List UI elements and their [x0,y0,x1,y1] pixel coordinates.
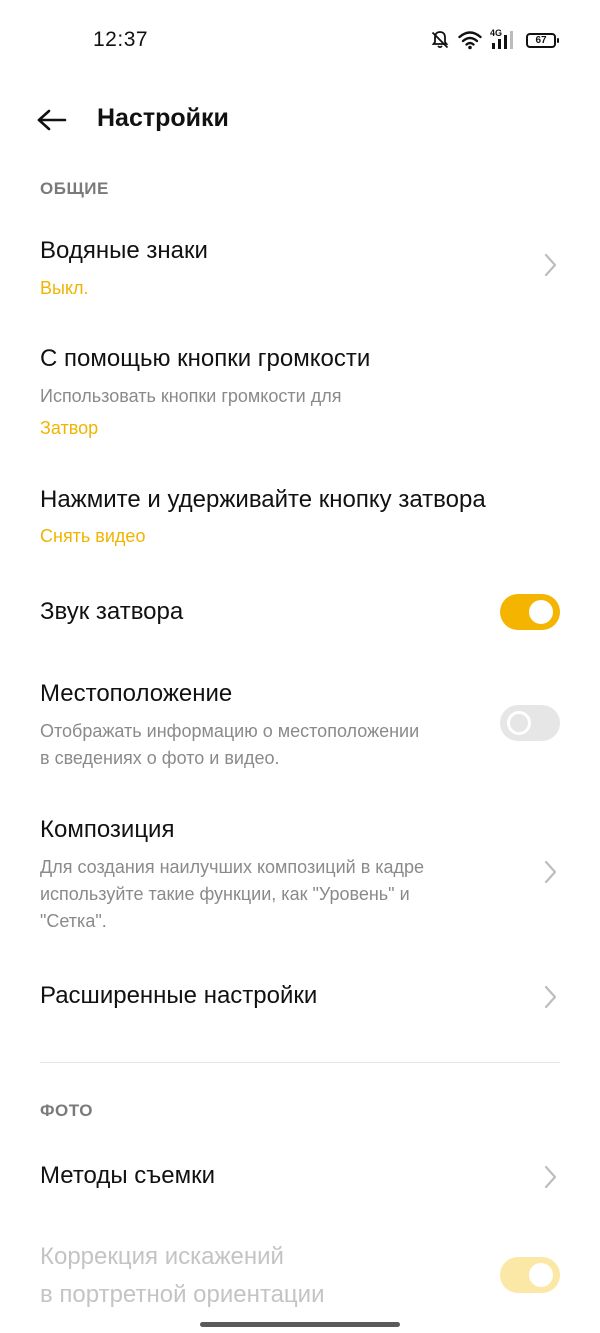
distortion-correction-title-line2: в портретной ориентации [40,1281,325,1308]
advanced-title: Расширенные настройки [40,982,318,1009]
volume-buttons-description: Использовать кнопки громкости для [40,386,342,406]
shutter-hold-value: Снять видео [40,526,146,546]
chevron-right-icon [544,1165,557,1189]
volume-buttons-title: С помощью кнопки громкости [40,345,371,372]
location-description-line2: в сведениях о фото и видео. [40,748,280,768]
distortion-correction-toggle [500,1257,560,1293]
wifi-icon [458,30,482,50]
chevron-right-icon [544,985,557,1009]
battery-icon: 67 [526,32,559,48]
status-icons: 4G 67 [430,28,559,52]
setting-shooting-methods[interactable]: Методы съемки [0,1148,600,1208]
home-indicator[interactable] [200,1322,400,1327]
status-time: 12:37 [93,28,149,51]
app-header: Настройки [0,90,600,150]
setting-volume-buttons[interactable]: С помощью кнопки громкости Использовать … [0,335,600,445]
bell-off-icon [430,30,450,50]
toggle-knob [529,600,553,624]
shooting-methods-title: Методы съемки [40,1162,216,1189]
distortion-correction-title-line1: Коррекция искажений [40,1243,284,1270]
chevron-right-icon [544,860,557,884]
composition-description-line2: используйте такие функции, как "Уровень"… [40,884,410,904]
setting-shutter-hold[interactable]: Нажмите и удерживайте кнопку затвора Сня… [0,475,600,555]
signal-icon: 4G [490,28,516,51]
toggle-knob [507,711,531,735]
watermark-value: Выкл. [40,278,89,298]
setting-distortion-correction: Коррекция искажений в портретной ориента… [0,1238,600,1318]
volume-buttons-value: Затвор [40,418,99,438]
location-toggle[interactable] [500,705,560,741]
shutter-hold-title: Нажмите и удерживайте кнопку затвора [40,486,486,513]
back-button[interactable] [30,100,74,140]
composition-description-line1: Для создания наилучших композиций в кадр… [40,857,425,877]
toggle-knob [529,1263,553,1287]
page-title: Настройки [97,104,229,132]
shutter-sound-toggle[interactable] [500,594,560,630]
status-bar: 12:37 4G 67 [0,0,600,80]
arrow-left-icon [37,109,67,131]
location-description-line1: Отображать информацию о местоположении [40,721,420,741]
setting-advanced[interactable]: Расширенные настройки [0,968,600,1028]
shutter-sound-title: Звук затвора [40,598,184,625]
section-label-general: ОБЩИЕ [40,179,109,198]
setting-watermark[interactable]: Водяные знаки Выкл. [0,225,600,315]
watermark-title: Водяные знаки [40,237,208,264]
setting-shutter-sound[interactable]: Звук затвора [0,585,600,641]
battery-level: 67 [535,34,547,46]
setting-composition[interactable]: Композиция Для создания наилучших композ… [0,806,600,946]
location-title: Местоположение [40,680,233,707]
section-divider [40,1062,560,1063]
composition-description-line3: "Сетка". [40,911,107,931]
composition-title: Композиция [40,816,175,843]
section-label-photo: ФОТО [40,1101,93,1120]
setting-location[interactable]: Местоположение Отображать информацию о м… [0,670,600,780]
chevron-right-icon [544,253,557,277]
